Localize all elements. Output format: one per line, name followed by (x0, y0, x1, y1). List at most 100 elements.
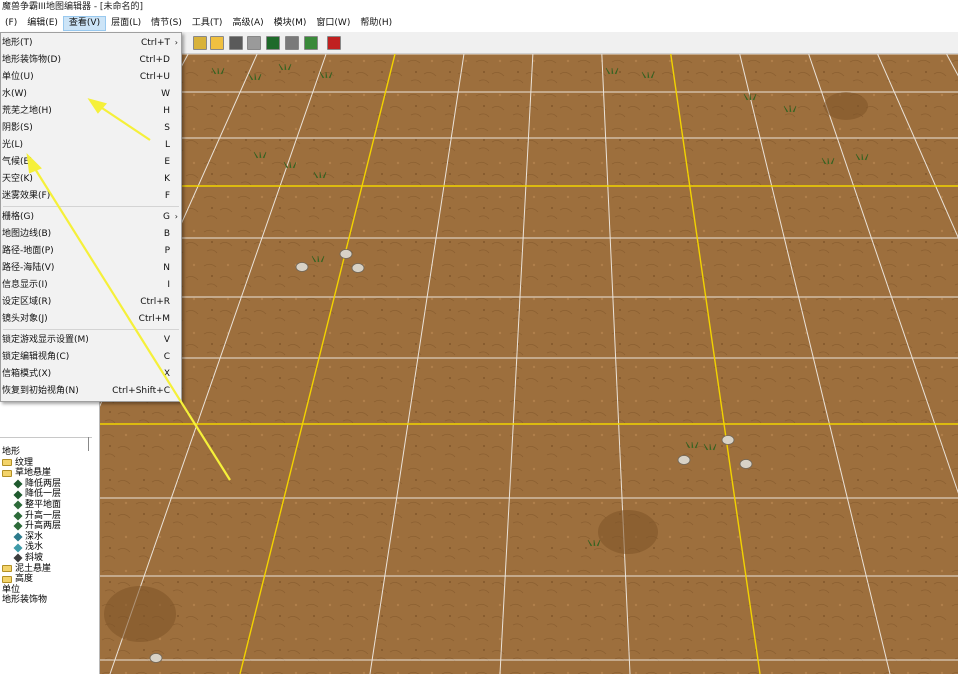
menu-bar: (F) 编辑(E) 查看(V) 层面(L) 情节(S) 工具(T) 高级(A) 模块(M) 窗口… (0, 15, 958, 32)
menu-item-label: 光(L) (2, 140, 24, 150)
menu-4[interactable]: 情节(S) (146, 16, 187, 31)
view-menu-item[interactable]: 信箱模式(X) X (1, 366, 181, 382)
tree-node[interactable]: 地形装饰物 (2, 595, 98, 606)
terrain-tree: 地形 纹理 草地悬崖 降低两层 降低一层 整平地面 升高一层 升高两层 深水 浅水 斜坡 泥土悬崖高… (2, 447, 98, 606)
tree-node[interactable]: 草地悬崖 (2, 468, 98, 479)
tree-node-label: 草地悬崖 (15, 468, 52, 479)
menu-item-label: 信息显示(I) (2, 280, 48, 290)
panel-splitter[interactable] (0, 437, 92, 443)
menu-item-label: 镜头对象(J) (2, 314, 48, 324)
rock-doodad (149, 653, 163, 663)
tree-node-label: 斜坡 (25, 552, 44, 563)
menu-item-label: 设定区域(R) (2, 297, 52, 307)
view-menu-item[interactable]: 路径-地面(P) P (1, 243, 181, 259)
toolbar-button-8[interactable] (327, 36, 341, 50)
tree-node-label: 单位 (2, 584, 21, 595)
view-menu-item[interactable]: 锁定编辑视角(C) C (1, 349, 181, 365)
tree-node[interactable]: 整平地面 (2, 500, 98, 511)
tree-node[interactable]: 单位 (2, 585, 98, 596)
menu-item-shortcut: F (164, 191, 170, 201)
view-menu-item[interactable]: 地形(T) Ctrl+T › (1, 35, 181, 51)
menu-item-shortcut: Ctrl+U (139, 72, 170, 82)
view-menu-item[interactable]: 路径-海陆(V) N (1, 260, 181, 276)
view-menu-item[interactable]: 锁定游戏显示设置(M) V (1, 332, 181, 348)
folder-icon (2, 469, 12, 477)
tree-node[interactable]: 降低两层 (2, 479, 98, 490)
view-menu-item[interactable]: 天空(K) K (1, 171, 181, 187)
map-viewport[interactable] (100, 54, 958, 674)
menu-item-shortcut: I (167, 280, 170, 290)
menu-item-shortcut: Ctrl+D (139, 55, 171, 65)
crater-doodad (824, 92, 868, 120)
menu-item-shortcut: Ctrl+M (138, 314, 170, 324)
tree-node[interactable]: 升高两层 (2, 521, 98, 532)
tree-node[interactable]: 斜坡 (2, 553, 98, 564)
tree-node[interactable]: 升高一层 (2, 511, 98, 522)
toolbar-button-7[interactable] (304, 36, 318, 50)
tree-node[interactable]: 深水 (2, 532, 98, 543)
menu-7[interactable]: 模块(M) (269, 16, 312, 31)
menu-item-shortcut: Ctrl+R (140, 297, 170, 307)
tree-node-label: 升高两层 (25, 521, 62, 532)
menu-separator (3, 206, 179, 207)
tree-root[interactable]: 地形 (2, 447, 98, 458)
menu-0[interactable]: (F) (0, 16, 22, 31)
menu-3[interactable]: 层面(L) (106, 16, 146, 31)
cliff-tool-icon (13, 490, 23, 500)
tree-node[interactable]: 浅水 (2, 542, 98, 553)
tree-node[interactable]: 高度 (2, 574, 98, 585)
view-menu-item[interactable]: 水(W) W (1, 86, 181, 102)
rock-doodad (339, 249, 353, 259)
tree-node-label: 深水 (25, 531, 44, 542)
menu-item-label: 路径-地面(P) (2, 246, 54, 256)
toolbar-button-1[interactable] (193, 36, 207, 50)
rock-doodad (677, 455, 691, 465)
menu-item-shortcut: K (164, 174, 170, 184)
view-menu-item[interactable]: 地形装饰物(D) Ctrl+D (1, 52, 181, 68)
menu-item-shortcut: V (163, 335, 170, 345)
tree-node[interactable]: 降低一层 (2, 489, 98, 500)
toolbar-button-2[interactable] (210, 36, 224, 50)
tree-node-label: 浅水 (25, 542, 44, 553)
view-menu-item[interactable]: 恢复到初始视角(N) Ctrl+Shift+C (1, 383, 181, 399)
view-menu-item[interactable]: 栅格(G) G › (1, 209, 181, 225)
menu-2[interactable]: 查看(V) (62, 16, 107, 31)
cliff-tool-icon (13, 500, 23, 510)
view-menu-item[interactable]: 单位(U) Ctrl+U (1, 69, 181, 85)
view-menu-item[interactable]: 气候(E) E (1, 154, 181, 170)
menu-item-shortcut: W (161, 89, 170, 99)
view-menu-item[interactable]: 地图边线(B) B (1, 226, 181, 242)
view-menu-item[interactable]: 镜头对象(J) Ctrl+M (1, 311, 181, 327)
cliff-tool-icon (13, 532, 23, 542)
terrain-canvas[interactable] (100, 54, 958, 674)
menu-item-label: 恢复到初始视角(N) (2, 386, 79, 396)
menu-8[interactable]: 窗口(W) (311, 16, 355, 31)
menu-9[interactable]: 帮助(H) (355, 16, 397, 31)
menu-item-label: 气候(E) (2, 157, 33, 167)
menu-item-label: 水(W) (2, 89, 27, 99)
tree-node[interactable]: 泥土悬崖 (2, 564, 98, 575)
menu-item-label: 地形(T) (2, 38, 33, 48)
menu-6[interactable]: 高级(A) (227, 16, 268, 31)
view-menu-item[interactable]: 设定区域(R) Ctrl+R (1, 294, 181, 310)
toolbar-button-6[interactable] (285, 36, 299, 50)
toolbar-button-3[interactable] (229, 36, 243, 50)
view-menu-item[interactable]: 阴影(S) S (1, 120, 181, 136)
folder-icon (2, 565, 12, 573)
menu-item-label: 栅格(G) (2, 212, 34, 222)
tree-node[interactable]: 纹理 (2, 458, 98, 469)
toolbar-button-5[interactable] (266, 36, 280, 50)
toolbar-button-4[interactable] (247, 36, 261, 50)
view-menu-item[interactable]: 荒芜之地(H) H (1, 103, 181, 119)
view-menu-item[interactable]: 信息显示(I) I (1, 277, 181, 293)
menu-5[interactable]: 工具(T) (187, 16, 228, 31)
view-menu-item[interactable]: 迷雾效果(F) F (1, 188, 181, 204)
view-menu-item[interactable]: 光(L) L (1, 137, 181, 153)
menu-item-label: 锁定游戏显示设置(M) (2, 335, 89, 345)
tree-node-label: 降低两层 (25, 478, 62, 489)
tree-node-label: 升高一层 (25, 510, 62, 521)
menu-1[interactable]: 编辑(E) (22, 16, 63, 31)
cliff-tool-icon (13, 521, 23, 531)
menu-item-label: 阴影(S) (2, 123, 33, 133)
menu-item-label: 迷雾效果(F) (2, 191, 51, 201)
